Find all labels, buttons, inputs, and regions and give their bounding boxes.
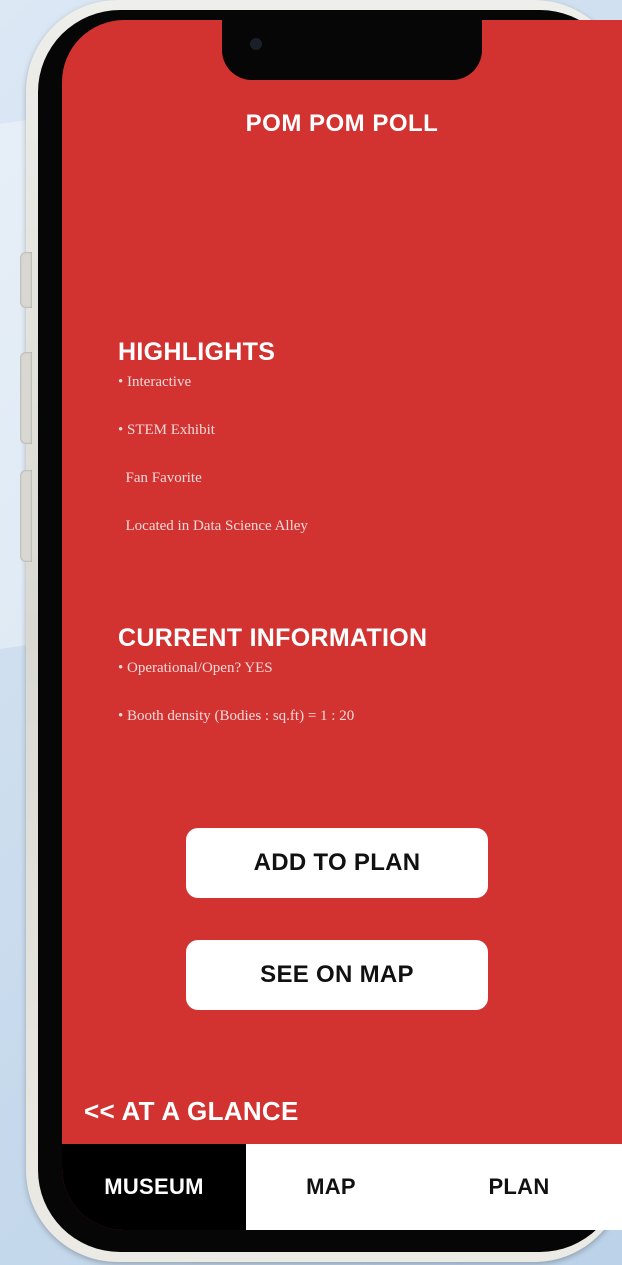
tab-museum[interactable]: MUSEUM <box>62 1144 246 1230</box>
app-screen: POM POM POLL HIGHLIGHTS • Interactive • … <box>62 20 622 1230</box>
volume-down-button <box>20 470 32 562</box>
list-item: • STEM Exhibit <box>118 422 215 438</box>
background: POM POM POLL HIGHLIGHTS • Interactive • … <box>0 0 622 1265</box>
list-item: • Booth density (Bodies : sq.ft) = 1 : 2… <box>118 708 355 724</box>
at-a-glance-back-link[interactable]: << AT A GLANCE <box>84 1096 299 1127</box>
camera-icon <box>250 38 262 50</box>
list-item: • Operational/Open? YES <box>118 660 273 676</box>
page-title: POM POM POLL <box>245 110 439 137</box>
current-information-heading: CURRENT INFORMATION <box>118 624 428 652</box>
volume-up-button <box>20 352 32 444</box>
list-item: Located in Data Science Alley <box>118 518 308 534</box>
list-item: • Interactive <box>118 374 192 390</box>
mute-switch <box>20 252 32 308</box>
add-to-plan-button[interactable]: ADD TO PLAN <box>186 828 488 898</box>
current-information-list: • Operational/Open? YES • Booth density … <box>118 656 354 752</box>
bottom-tab-bar: MUSEUM MAP PLAN <box>62 1144 622 1230</box>
tab-map[interactable]: MAP <box>246 1144 416 1230</box>
tab-plan[interactable]: PLAN <box>416 1144 622 1230</box>
highlights-heading: HIGHLIGHTS <box>118 338 276 366</box>
see-on-map-button[interactable]: SEE ON MAP <box>186 940 488 1010</box>
highlights-list: • Interactive • STEM Exhibit Fan Favorit… <box>118 370 308 562</box>
list-item: Fan Favorite <box>118 470 202 486</box>
phone-notch <box>222 20 482 80</box>
